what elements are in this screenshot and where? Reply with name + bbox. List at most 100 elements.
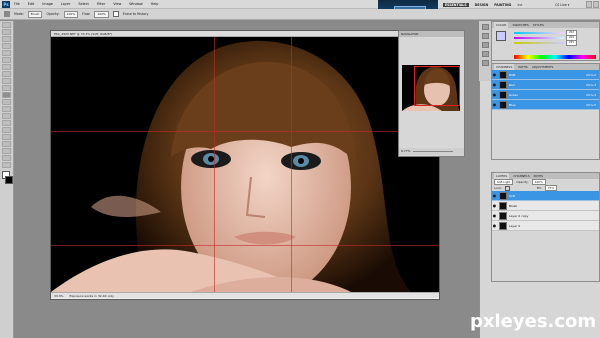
lasso-tool-icon[interactable] — [2, 36, 11, 42]
visibility-eye-icon[interactable]: ● — [492, 203, 497, 208]
visibility-eye-icon[interactable]: ● — [492, 213, 497, 218]
path-select-tool-icon[interactable] — [2, 134, 11, 140]
cs-live-menu[interactable]: CS Live ▾ — [555, 3, 569, 7]
menu-help[interactable]: Help — [147, 2, 163, 6]
menu-image[interactable]: Image — [38, 2, 57, 6]
brush-panel-icon[interactable] — [481, 42, 489, 48]
blur-tool-icon[interactable] — [2, 106, 11, 112]
brush-tool-icon[interactable] — [2, 71, 11, 77]
menu-view[interactable]: View — [109, 2, 125, 6]
tab-color[interactable]: COLOR — [494, 22, 509, 28]
history-panel-icon[interactable] — [481, 24, 489, 30]
hand-tool-icon[interactable] — [2, 155, 11, 161]
character-panel-icon[interactable] — [481, 60, 489, 66]
layer-name: Blush — [509, 203, 518, 208]
layer-row-blush[interactable]: ● Blush — [492, 201, 599, 211]
visibility-eye-icon[interactable]: ● — [492, 193, 497, 198]
minimize-icon[interactable] — [586, 1, 592, 8]
eyedropper-tool-icon[interactable] — [2, 57, 11, 63]
tab-channels[interactable]: CHANNELS — [494, 64, 515, 70]
visibility-eye-icon[interactable]: ● — [492, 223, 497, 228]
guide-horizontal-1 — [51, 131, 439, 132]
menu-edit[interactable]: Edit — [24, 2, 39, 6]
move-tool-icon[interactable] — [2, 22, 11, 28]
maximize-icon[interactable] — [593, 1, 599, 8]
tab-swatches[interactable]: SWATCHES — [512, 22, 528, 28]
stamp-tool-icon[interactable] — [2, 78, 11, 84]
channel-row-blue[interactable]: ● Blue Ctrl+5 — [492, 100, 599, 110]
layer-opacity-field[interactable]: 100% — [531, 179, 546, 185]
mode-label: Mode: — [14, 12, 24, 16]
layer-row-layer0[interactable]: ● Layer 0 — [492, 221, 599, 231]
menu-file[interactable]: File — [10, 2, 24, 6]
color-spectrum-bar[interactable] — [514, 55, 596, 59]
channel-row-green[interactable]: ● Green Ctrl+4 — [492, 90, 599, 100]
menu-window[interactable]: Window — [125, 2, 146, 6]
canvas[interactable] — [51, 37, 439, 292]
channel-thumbnail — [499, 90, 507, 99]
type-tool-icon[interactable] — [2, 127, 11, 133]
visibility-eye-icon[interactable]: ● — [492, 102, 497, 107]
layer-row-soft[interactable]: ● Soft — [492, 191, 599, 201]
menu-filter[interactable]: Filter — [93, 2, 109, 6]
workspace-painting[interactable]: PAINTING — [494, 3, 511, 7]
color-swatch-preview[interactable] — [496, 31, 506, 41]
channel-name: RGB — [509, 72, 516, 77]
mode-select[interactable]: Brush — [27, 10, 43, 18]
visibility-eye-icon[interactable]: ● — [492, 72, 497, 77]
workspace-design[interactable]: DESIGN — [475, 3, 489, 7]
eraser-tool-icon[interactable] — [4, 11, 10, 17]
navigator-thumbnail[interactable] — [402, 65, 460, 111]
navigator-zoom-value[interactable]: 8.77% — [401, 149, 411, 153]
history-brush-tool-icon[interactable] — [2, 85, 11, 91]
navigator-view-frame[interactable] — [414, 66, 460, 106]
layer-fill-field[interactable]: 75% — [544, 185, 558, 191]
workspace-more[interactable]: >> — [517, 3, 522, 7]
red-slider[interactable] — [514, 31, 564, 34]
tab-styles[interactable]: STYLES — [533, 22, 544, 28]
channel-row-red[interactable]: ● Red Ctrl+3 — [492, 80, 599, 90]
tab-navigator[interactable]: NAVIGATOR — [401, 32, 418, 36]
erase-history-checkbox[interactable] — [112, 11, 119, 17]
layer-name: Layer 0 — [509, 223, 521, 228]
opacity-field[interactable]: 100% — [63, 10, 79, 18]
shape-tool-icon[interactable] — [2, 141, 11, 147]
options-bar: Mode: Brush Opacity: 100% Flow: 100% Era… — [0, 9, 600, 20]
green-slider[interactable] — [514, 36, 564, 39]
blend-mode-select[interactable]: Soft Light — [494, 179, 514, 185]
eraser-tool-icon[interactable] — [2, 92, 11, 98]
menu-select[interactable]: Select — [74, 2, 92, 6]
guide-horizontal-2 — [51, 245, 439, 246]
3d-rotate-tool-icon[interactable] — [2, 148, 11, 154]
window-controls — [586, 1, 600, 8]
gradient-tool-icon[interactable] — [2, 99, 11, 105]
healing-tool-icon[interactable] — [2, 64, 11, 70]
layer-row-layer0-copy[interactable]: ● Layer 0 copy — [492, 211, 599, 221]
clone-source-panel-icon[interactable] — [481, 51, 489, 57]
zoom-tool-icon[interactable] — [2, 162, 11, 168]
tab-channels-2[interactable]: CHANNELS — [513, 173, 529, 179]
lock-icon[interactable] — [504, 185, 510, 191]
marquee-tool-icon[interactable] — [2, 29, 11, 35]
tab-paths[interactable]: PATHS — [518, 64, 527, 70]
tab-adjustments[interactable]: ADJUSTMENTS — [532, 64, 554, 70]
visibility-eye-icon[interactable]: ● — [492, 82, 497, 87]
channel-row-rgb[interactable]: ● RGB Ctrl+2 — [492, 70, 599, 80]
visibility-eye-icon[interactable]: ● — [492, 92, 497, 97]
background-color-swatch[interactable] — [5, 176, 13, 184]
blue-slider[interactable] — [514, 41, 564, 44]
dodge-tool-icon[interactable] — [2, 113, 11, 119]
pen-tool-icon[interactable] — [2, 120, 11, 126]
workspace-switcher: ESSENTIALS DESIGN PAINTING >> — [443, 3, 523, 7]
menu-layer[interactable]: Layer — [57, 2, 74, 6]
crop-tool-icon[interactable] — [2, 50, 11, 56]
flow-field[interactable]: 100% — [94, 10, 109, 18]
zoom-readout[interactable]: 33.3% — [54, 293, 64, 298]
status-info[interactable]: Exposure works in 32-bit only — [70, 293, 114, 298]
quick-select-tool-icon[interactable] — [2, 43, 11, 49]
actions-panel-icon[interactable] — [481, 33, 489, 39]
workspace-essentials[interactable]: ESSENTIALS — [443, 3, 469, 7]
blue-value[interactable]: 255 — [566, 39, 577, 46]
navigator-zoom-slider[interactable] — [413, 151, 453, 152]
channel-shortcut: Ctrl+2 — [586, 72, 596, 77]
